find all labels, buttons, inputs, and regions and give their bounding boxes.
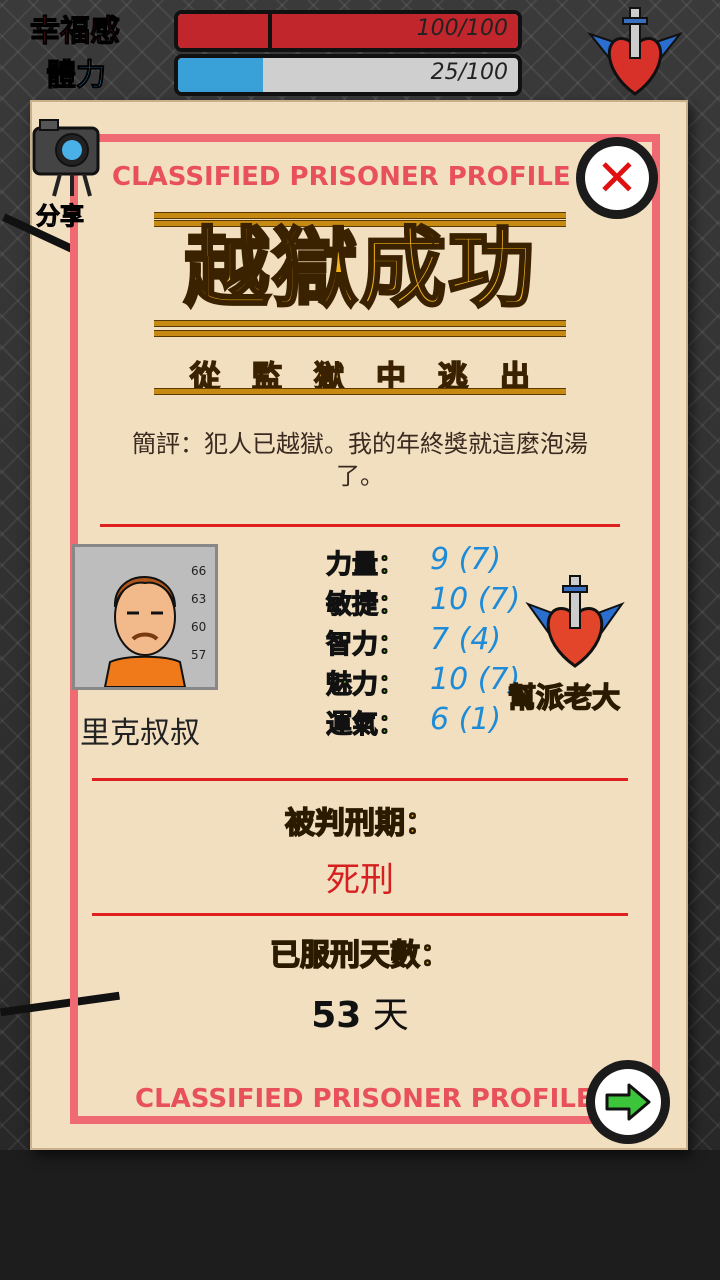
prisoner-name: 里克叔叔 (80, 716, 200, 751)
comment-text: 簡評：犯人已越獄。我的年終獎就這麼泡湯了。 (132, 430, 588, 490)
result-title: 越獄成功 (183, 218, 536, 319)
stat-agility-label: 敏捷： (325, 589, 405, 620)
divider (92, 913, 628, 916)
stat-luck-value: 6 (1) (430, 702, 502, 737)
prisoner-mugshot: 66 63 60 57 (72, 544, 218, 690)
stat-charisma-value: 10 (7) (430, 662, 521, 697)
days-served: 53 天 (0, 986, 720, 1038)
days-served-heading: 已服刑天數： (269, 937, 451, 974)
arrow-right-icon (605, 1083, 651, 1121)
gang-boss-icon (525, 575, 625, 668)
card-header: CLASSIFIED PRISONER PROFILE (112, 162, 571, 192)
stat-agility-value: 10 (7) (430, 582, 521, 617)
happiness-bar: 100/100 (174, 10, 522, 52)
days-served-value: 53 (311, 995, 362, 1036)
divider (100, 524, 620, 527)
height-mark: 66 (191, 564, 206, 578)
gang-heart-icon (587, 7, 683, 96)
close-icon: ✕ (585, 146, 649, 210)
stat-luck-label: 運氣： (325, 709, 405, 740)
gang-title: 幫派老大 (507, 680, 621, 715)
height-mark: 63 (191, 592, 206, 606)
stamina-bar: 25/100 (174, 54, 522, 96)
next-button[interactable] (586, 1060, 670, 1144)
stat-strength-label: 力量： (325, 549, 405, 580)
height-mark: 60 (191, 620, 206, 634)
stat-intelligence-value: 7 (4) (430, 622, 502, 657)
title-block: 越獄成功 從監獄中逃出 (154, 212, 566, 396)
stat-charisma-label: 魅力： (325, 669, 405, 700)
card-footer: CLASSIFIED PRISONER PROFILE (135, 1084, 594, 1114)
stat-intelligence-label: 智力： (325, 629, 405, 660)
stat-strength-value: 9 (7) (430, 542, 502, 577)
sentence-value: 死刑 (326, 860, 394, 900)
days-unit: 天 (372, 995, 409, 1036)
stamina-bar-fill (178, 58, 263, 92)
stamina-value: 25/100 (430, 60, 508, 85)
sentence-heading: 被判刑期： (284, 805, 436, 842)
divider (92, 778, 628, 781)
happiness-label: 幸福感 (30, 14, 121, 50)
floor (0, 1150, 720, 1280)
share-button-label[interactable]: 分享 (36, 196, 85, 231)
close-button[interactable]: ✕ (576, 137, 658, 219)
height-mark: 57 (191, 648, 206, 662)
happiness-value: 100/100 (416, 16, 508, 41)
stamina-label: 體力 (46, 58, 107, 94)
